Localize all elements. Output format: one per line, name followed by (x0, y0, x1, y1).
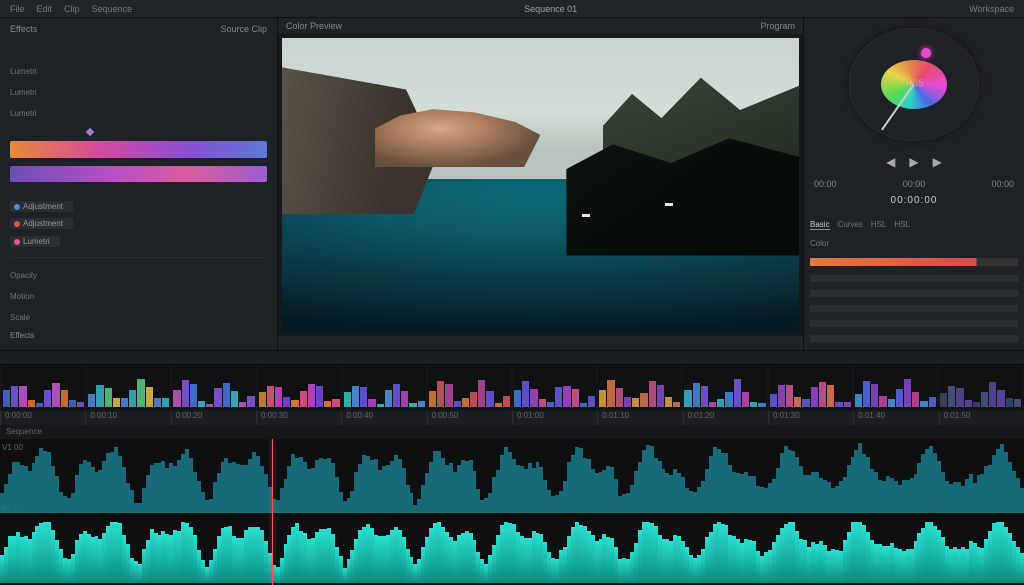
gradient-preview[interactable] (10, 141, 267, 157)
effects-tab[interactable]: Effects (10, 24, 37, 34)
program-monitor: Color Preview Program (278, 18, 804, 350)
effect-chip[interactable]: Adjustment (10, 201, 267, 212)
param-slider[interactable] (810, 275, 1018, 282)
panel-footer: Effects (10, 331, 267, 344)
audio-tracks[interactable]: V1 00 A1 00 (0, 439, 1024, 585)
color-wheel[interactable]: 0.85 (849, 28, 979, 141)
tab-hsl[interactable]: HSL (871, 220, 887, 230)
workspace-label[interactable]: Workspace (969, 4, 1014, 14)
param-slider[interactable] (810, 290, 1018, 297)
param-row[interactable]: Opacity (10, 268, 267, 283)
transport-controls: ◀ ▶ ▶ (810, 155, 1018, 169)
param-row[interactable]: Motion (10, 289, 267, 304)
param-slider[interactable] (810, 305, 1018, 312)
menu-file[interactable]: File (10, 4, 25, 14)
timeline-panel: 0:00:000:00:100:00:200:00:300:00:400:00:… (0, 350, 1024, 585)
exposure-slider[interactable] (810, 258, 1018, 267)
tab-basic[interactable]: Basic (810, 220, 830, 230)
preview-frame[interactable] (282, 38, 799, 332)
tab-hsl2[interactable]: HSL (894, 220, 910, 230)
timecode-track: 0:00:000:00:100:00:200:00:300:00:400:00:… (0, 411, 1024, 425)
keyframe-lane[interactable] (10, 127, 267, 135)
video-track[interactable] (0, 365, 1024, 411)
color-panel: 0.85 ◀ ▶ ▶ 00:00 00:00 00:00 00:00:00 Ba… (804, 18, 1024, 350)
color-tabs: Basic Curves HSL HSL (810, 218, 1018, 232)
track-label: Sequence (0, 425, 1024, 439)
source-tab[interactable]: Source Clip (220, 24, 267, 34)
gradient-preview[interactable] (10, 166, 267, 182)
prev-icon[interactable]: ◀ (886, 155, 895, 169)
menu-clip[interactable]: Clip (64, 4, 80, 14)
tc-out: 00:00 (991, 179, 1014, 189)
param-row[interactable]: Lumetri (10, 64, 267, 79)
param-slider[interactable] (810, 335, 1018, 342)
menu-edit[interactable]: Edit (37, 4, 53, 14)
wheel-value: 0.85 (904, 79, 923, 90)
top-menubar: File Edit Clip Sequence Sequence 01 Work… (0, 0, 1024, 18)
menu-sequence[interactable]: Sequence (92, 4, 133, 14)
param-row[interactable]: Lumetri (10, 85, 267, 100)
viewer-tab-right[interactable]: Program (760, 21, 795, 31)
color-section-label: Color (810, 236, 1018, 251)
param-slider[interactable] (810, 320, 1018, 327)
tab-curves[interactable]: Curves (838, 220, 863, 230)
effect-chip[interactable]: Lumetri (10, 236, 267, 247)
window-title: Sequence 01 (144, 4, 957, 14)
play-icon[interactable]: ▶ (909, 155, 918, 169)
effect-chip[interactable]: Adjustment (10, 218, 267, 229)
effects-panel: Effects Source Clip Lumetri Lumetri Lume… (0, 18, 278, 350)
playhead[interactable] (272, 439, 273, 585)
tc-in: 00:00 (814, 179, 837, 189)
time-ruler[interactable] (0, 351, 1024, 365)
next-icon[interactable]: ▶ (933, 155, 942, 169)
viewer-tab-left[interactable]: Color Preview (286, 21, 342, 31)
param-row[interactable]: Lumetri (10, 106, 267, 121)
param-row[interactable]: Scale (10, 310, 267, 325)
tc-mid: 00:00 (903, 179, 926, 189)
timecode-display[interactable]: 00:00:00 (810, 195, 1018, 206)
